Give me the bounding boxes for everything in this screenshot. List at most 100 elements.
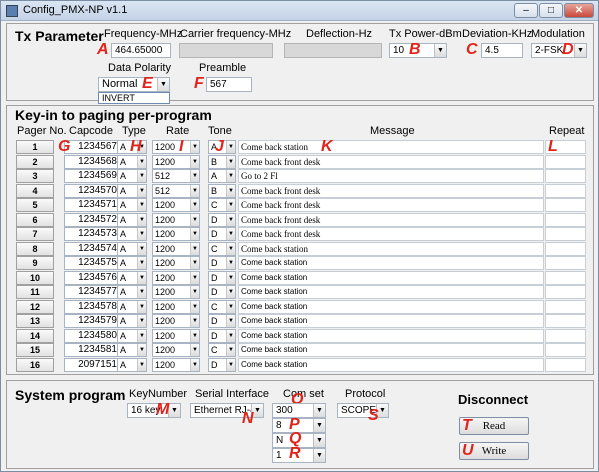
type-select[interactable]: A ▼ bbox=[117, 212, 147, 227]
rate-select[interactable]: 1200 ▼ bbox=[152, 256, 200, 270]
message-input[interactable]: Come back station bbox=[238, 357, 544, 372]
type-select[interactable]: A ▼ bbox=[117, 328, 147, 343]
type-select[interactable]: A ▼ bbox=[117, 357, 147, 372]
repeat-input[interactable] bbox=[545, 285, 586, 299]
tone-select[interactable]: D ▼ bbox=[208, 270, 236, 285]
repeat-input[interactable] bbox=[545, 328, 586, 343]
pager-no-button[interactable]: 3 bbox=[16, 169, 54, 183]
message-input[interactable]: Come back front desk bbox=[238, 154, 544, 169]
repeat-input[interactable] bbox=[545, 183, 586, 198]
repeat-input[interactable] bbox=[545, 198, 586, 212]
capcode-input[interactable]: 1234576 bbox=[64, 270, 120, 285]
type-select[interactable]: A ▼ bbox=[117, 227, 147, 241]
rate-select[interactable]: 512 ▼ bbox=[152, 169, 200, 183]
message-input[interactable]: Come back front desk bbox=[238, 212, 544, 227]
pager-no-button[interactable]: 13 bbox=[16, 314, 54, 328]
pager-no-button[interactable]: 2 bbox=[16, 154, 54, 169]
rate-select[interactable]: 1200 ▼ bbox=[152, 212, 200, 227]
repeat-input[interactable] bbox=[545, 241, 586, 256]
type-select[interactable]: A ▼ bbox=[117, 154, 147, 169]
type-select[interactable]: A ▼ bbox=[117, 169, 147, 183]
tone-select[interactable]: A ▼ bbox=[208, 169, 236, 183]
type-select[interactable]: A ▼ bbox=[117, 270, 147, 285]
type-select[interactable]: A ▼ bbox=[117, 183, 147, 198]
type-select[interactable]: A ▼ bbox=[117, 299, 147, 314]
message-input[interactable]: Come back station bbox=[238, 343, 544, 357]
tone-select[interactable]: D ▼ bbox=[208, 227, 236, 241]
rate-select[interactable]: 1200 ▼ bbox=[152, 299, 200, 314]
message-input[interactable]: Come back station bbox=[238, 314, 544, 328]
message-input[interactable]: Come back station bbox=[238, 328, 544, 343]
capcode-input[interactable]: 1234571 bbox=[64, 198, 120, 212]
pager-no-button[interactable]: 1 bbox=[16, 140, 54, 154]
capcode-input[interactable]: 1234568 bbox=[64, 154, 120, 169]
rate-select[interactable]: 1200 ▼ bbox=[152, 227, 200, 241]
pager-no-button[interactable]: 15 bbox=[16, 343, 54, 357]
capcode-input[interactable]: 1234567 bbox=[64, 140, 120, 154]
rate-select[interactable]: 1200 ▼ bbox=[152, 154, 200, 169]
data-polarity-option-invert[interactable]: INVERT bbox=[98, 92, 170, 104]
capcode-input[interactable]: 1234572 bbox=[64, 212, 120, 227]
repeat-input[interactable] bbox=[545, 343, 586, 357]
tone-select[interactable]: C ▼ bbox=[208, 198, 236, 212]
capcode-input[interactable]: 1234569 bbox=[64, 169, 120, 183]
capcode-input[interactable]: 1234580 bbox=[64, 328, 120, 343]
repeat-input[interactable] bbox=[545, 314, 586, 328]
capcode-input[interactable]: 1234578 bbox=[64, 299, 120, 314]
rate-select[interactable]: 512 ▼ bbox=[152, 183, 200, 198]
capcode-input[interactable]: 1234577 bbox=[64, 285, 120, 299]
preamble-input[interactable]: 567 bbox=[206, 77, 252, 92]
type-select[interactable]: A ▼ bbox=[117, 343, 147, 357]
message-input[interactable]: Come back station bbox=[238, 241, 544, 256]
tone-select[interactable]: C ▼ bbox=[208, 299, 236, 314]
message-input[interactable]: Come back station bbox=[238, 256, 544, 270]
message-input[interactable]: Come back station bbox=[238, 285, 544, 299]
tone-select[interactable]: D ▼ bbox=[208, 212, 236, 227]
pager-no-button[interactable]: 8 bbox=[16, 241, 54, 256]
rate-select[interactable]: 1200 ▼ bbox=[152, 198, 200, 212]
rate-select[interactable]: 1200 ▼ bbox=[152, 343, 200, 357]
repeat-input[interactable] bbox=[545, 256, 586, 270]
tone-select[interactable]: B ▼ bbox=[208, 154, 236, 169]
pager-no-button[interactable]: 6 bbox=[16, 212, 54, 227]
message-input[interactable]: Come back station bbox=[238, 270, 544, 285]
message-input[interactable]: Come back station bbox=[238, 299, 544, 314]
message-input[interactable]: Come back front desk bbox=[238, 183, 544, 198]
deviation-input[interactable]: 4.5 bbox=[481, 43, 523, 58]
repeat-input[interactable] bbox=[545, 299, 586, 314]
repeat-input[interactable] bbox=[545, 270, 586, 285]
pager-no-button[interactable]: 10 bbox=[16, 270, 54, 285]
repeat-input[interactable] bbox=[545, 169, 586, 183]
capcode-input[interactable]: 1234581 bbox=[64, 343, 120, 357]
tone-select[interactable]: D ▼ bbox=[208, 357, 236, 372]
repeat-input[interactable] bbox=[545, 227, 586, 241]
rate-select[interactable]: 1200 ▼ bbox=[152, 241, 200, 256]
pager-no-button[interactable]: 16 bbox=[16, 357, 54, 372]
repeat-input[interactable] bbox=[545, 357, 586, 372]
tone-select[interactable]: B ▼ bbox=[208, 183, 236, 198]
close-button[interactable]: ✕ bbox=[564, 3, 594, 18]
type-select[interactable]: A ▼ bbox=[117, 314, 147, 328]
pager-no-button[interactable]: 4 bbox=[16, 183, 54, 198]
pager-no-button[interactable]: 11 bbox=[16, 285, 54, 299]
modulation-select[interactable]: 2-FSK ▼ bbox=[531, 43, 587, 58]
minimize-button[interactable]: – bbox=[514, 3, 538, 18]
maximize-button[interactable]: □ bbox=[539, 3, 563, 18]
tone-select[interactable]: D ▼ bbox=[208, 328, 236, 343]
type-select[interactable]: A ▼ bbox=[117, 285, 147, 299]
rate-select[interactable]: 1200 ▼ bbox=[152, 270, 200, 285]
disconnect-button[interactable]: Disconnect bbox=[458, 392, 528, 407]
tone-select[interactable]: D ▼ bbox=[208, 285, 236, 299]
capcode-input[interactable]: 2097151 bbox=[64, 357, 120, 372]
capcode-input[interactable]: 1234575 bbox=[64, 256, 120, 270]
pager-no-button[interactable]: 5 bbox=[16, 198, 54, 212]
data-polarity-select[interactable]: Normal ▼ bbox=[98, 77, 170, 92]
rate-select[interactable]: 1200 ▼ bbox=[152, 314, 200, 328]
repeat-input[interactable] bbox=[545, 154, 586, 169]
message-input[interactable]: Go to 2 Fl bbox=[238, 169, 544, 183]
type-select[interactable]: A ▼ bbox=[117, 241, 147, 256]
pager-no-button[interactable]: 14 bbox=[16, 328, 54, 343]
pager-no-button[interactable]: 7 bbox=[16, 227, 54, 241]
capcode-input[interactable]: 1234579 bbox=[64, 314, 120, 328]
protocol-select[interactable]: SCOPE ▼ bbox=[337, 403, 389, 418]
